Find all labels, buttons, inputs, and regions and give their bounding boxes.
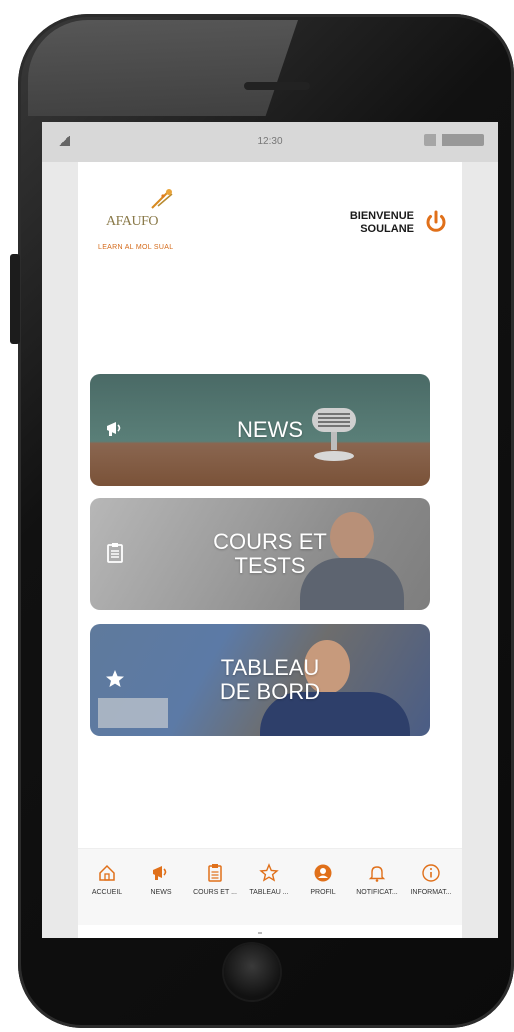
megaphone-icon [153, 866, 167, 880]
power-icon[interactable] [422, 208, 450, 236]
nav-label-home: ACCUEIL [91, 889, 123, 896]
home-icon [99, 864, 115, 881]
dashboard-card[interactable]: TABLEAU DE BORD [90, 624, 430, 736]
welcome-text: BIENVENUE SOULANE [350, 210, 414, 236]
star-icon [259, 863, 279, 882]
phone-screen: 12:30 AFAUFO LEARN AL MOL SUAL BIENVENUE… [42, 122, 498, 938]
logo-spark-icon [151, 189, 173, 209]
clipboard-icon [208, 864, 222, 882]
nav-item-profile[interactable]: PROFIL [296, 857, 350, 913]
battery-icon [424, 134, 484, 146]
nav-item-notifications[interactable]: NOTIFICAT... [350, 857, 404, 913]
status-bar: 12:30 [42, 122, 498, 162]
bell-icon [368, 866, 386, 882]
nav-item-dashboard[interactable]: TABLEAU ... [242, 857, 296, 913]
nav-label-news: NEWS [150, 889, 172, 896]
courses-card-title-line-1: COURS ET [213, 529, 327, 554]
nav-item-news[interactable]: NEWS [134, 857, 188, 913]
home-indicator [258, 932, 262, 934]
app-screen: AFAUFO LEARN AL MOL SUAL BIENVENUE SOULA… [78, 162, 462, 938]
nav-item-info[interactable]: INFORMAT... [404, 857, 458, 913]
welcome-line-1: BIENVENUE [349, 210, 414, 222]
phone-speaker [244, 82, 310, 90]
megaphone-icon [107, 422, 121, 436]
welcome-line-2: SOULANE [360, 223, 414, 235]
phone-home-button[interactable] [224, 944, 280, 1000]
star-icon [106, 670, 124, 687]
courses-card-title-line-2: TESTS [234, 553, 306, 578]
dashboard-card-title-line-1: TABLEAU [220, 655, 320, 680]
clipboard-icon [107, 543, 123, 563]
logo-text: AFAUFO [106, 214, 158, 229]
dashboard-card-title-line-2: DE BORD [219, 679, 321, 704]
profile-icon [314, 864, 332, 882]
news-card[interactable]: NEWS [90, 374, 430, 486]
logo-subtext: LEARN AL MOL SUAL [98, 244, 174, 251]
bottom-navigation: ACCUEIL NEWS COURS ET ... TABLEAU ... PR… [78, 848, 462, 925]
nav-label-info: INFORMAT... [410, 889, 452, 896]
nav-label-dashboard: TABLEAU ... [249, 889, 289, 896]
news-card-title: NEWS [150, 418, 390, 442]
nav-label-profile: PROFIL [310, 889, 336, 896]
dashboard-card-title: TABLEAU DE BORD [150, 656, 390, 704]
nav-item-courses[interactable]: COURS ET ... [188, 857, 242, 913]
courses-card-title: COURS ET TESTS [150, 530, 390, 578]
app-logo: AFAUFO LEARN AL MOL SUAL [98, 188, 198, 252]
phone-side-button [10, 254, 20, 344]
news-card-title-line-1: NEWS [237, 417, 303, 442]
nav-label-notifications: NOTIFICAT... [356, 889, 398, 896]
info-icon [422, 864, 440, 882]
nav-item-home[interactable]: ACCUEIL [80, 857, 134, 913]
nav-label-courses: COURS ET ... [193, 889, 237, 896]
courses-card[interactable]: COURS ET TESTS [90, 498, 430, 610]
phone-glare [28, 20, 298, 116]
